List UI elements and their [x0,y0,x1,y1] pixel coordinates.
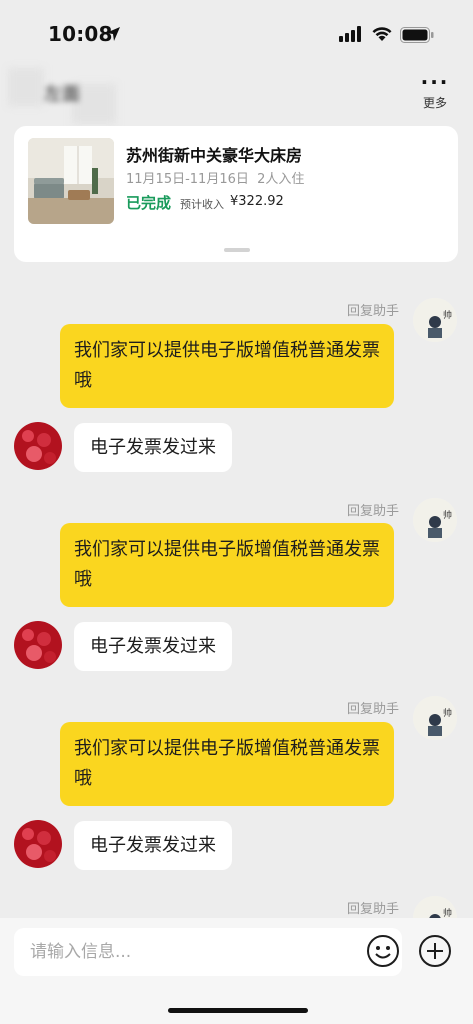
incoming-message: 电子发票发过来 [74,821,232,870]
order-card[interactable]: 苏州街新中关豪华大床房 11月15日-11月16日 2人入住 已完成 预计收入 … [14,126,458,262]
svg-text:帅: 帅 [443,707,452,719]
emoji-icon[interactable] [366,934,400,968]
card-collapse-handle[interactable] [224,248,250,252]
income-value: ¥322.92 [230,194,284,209]
message-input[interactable] [14,928,376,976]
outgoing-message: 我们家可以提供电子版增值税普通发票哦 [60,523,394,607]
incoming-message: 电子发票发过来 [74,622,232,671]
wifi-icon [372,27,392,41]
status-bar: 10:08 [0,0,473,64]
message-list[interactable]: 回复助手 帅 我们家可以提供电子版增值税普通发票哦 电子发票发过来 回复助手 帅… [0,280,473,918]
home-indicator[interactable] [168,1008,308,1013]
sender-name: 回复助手 [346,902,399,917]
redacted-area [8,68,44,106]
avatar[interactable]: 帅 [413,298,457,342]
outgoing-message: 我们家可以提供电子版增值税普通发票哦 [60,722,394,806]
more-label: 更多 [422,96,447,110]
plus-icon[interactable] [418,934,452,968]
chat-title: 左面 [44,84,80,105]
order-status: 已完成 [126,194,172,212]
chat-header: 左面 ··· 更多 [0,64,473,126]
income-label: 预计收入 [180,198,224,211]
svg-text:帅: 帅 [443,907,452,918]
stay-dates: 11月15日-11月16日 2人入住 [126,172,305,187]
avatar[interactable] [14,820,62,868]
status-time: 10:08 [48,22,113,46]
sender-name: 回复助手 [346,504,399,519]
avatar[interactable]: 帅 [413,498,457,542]
message-input-wrapper[interactable] [14,928,402,976]
incoming-message: 电子发票发过来 [74,423,232,472]
room-title: 苏州街新中关豪华大床房 [126,146,303,165]
cellular-signal-icon [339,26,361,42]
avatar[interactable]: 帅 [413,696,457,740]
svg-text:帅: 帅 [443,509,452,521]
outgoing-message: 我们家可以提供电子版增值税普通发票哦 [60,324,394,408]
sender-name: 回复助手 [346,702,399,717]
room-photo [28,138,114,224]
svg-text:帅: 帅 [443,309,452,321]
avatar[interactable] [14,422,62,470]
avatar[interactable]: 帅 [413,896,457,918]
avatar[interactable] [14,621,62,669]
location-arrow-icon [106,27,120,41]
ellipsis-icon: ··· [420,70,450,94]
sender-name: 回复助手 [346,304,399,319]
more-button[interactable]: ··· 更多 [415,70,455,111]
battery-icon [400,27,434,43]
